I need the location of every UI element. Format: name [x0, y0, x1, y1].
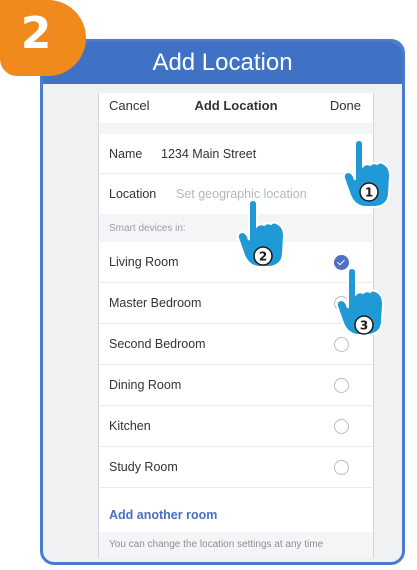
location-placeholder: Set geographic location	[176, 187, 307, 201]
footer-note: You can change the location settings at …	[99, 532, 373, 558]
room-checkbox[interactable]	[334, 378, 349, 393]
callout-number: 3	[360, 319, 368, 333]
room-name: Study Room	[109, 460, 178, 474]
room-row-study-room[interactable]: Study Room	[99, 447, 373, 488]
name-label: Name	[109, 146, 143, 161]
section-gap	[99, 123, 373, 134]
location-label: Location	[109, 187, 157, 201]
room-name: Living Room	[109, 255, 179, 269]
phone-screen: Cancel Add Location Done Name 1234 Main …	[98, 93, 374, 558]
step-badge: 2	[0, 0, 86, 76]
room-row-master-bedroom[interactable]: Master Bedroom	[99, 283, 373, 324]
step-badge-number: 2	[20, 8, 52, 59]
banner-title: Add Location	[152, 49, 293, 76]
pointing-hand-icon: 3	[336, 268, 385, 336]
name-value: 1234 Main Street	[161, 146, 257, 161]
callout-number: 1	[365, 186, 373, 200]
location-field[interactable]: Location Set geographic location	[99, 174, 373, 214]
room-checkbox[interactable]	[334, 337, 349, 352]
room-row-living-room[interactable]: Living Room	[99, 242, 373, 283]
room-checkbox[interactable]	[334, 419, 349, 434]
nav-bar: Cancel Add Location Done	[99, 93, 373, 123]
callout-number: 2	[259, 250, 267, 264]
section-header: Smart devices in:	[99, 214, 373, 242]
done-button[interactable]: Done	[330, 98, 361, 113]
pointing-hand-icon: 1	[343, 140, 392, 208]
room-name: Kitchen	[109, 419, 151, 433]
add-room-link[interactable]: Add another room	[109, 508, 217, 522]
footer-note-text: You can change the location settings at …	[109, 539, 324, 550]
section-label: Smart devices in:	[109, 223, 186, 234]
cancel-button[interactable]: Cancel	[109, 98, 149, 113]
room-row-kitchen[interactable]: Kitchen	[99, 406, 373, 447]
room-name: Second Bedroom	[109, 337, 206, 351]
name-field[interactable]: Name 1234 Main Street	[99, 134, 373, 174]
room-checkbox[interactable]	[334, 460, 349, 475]
room-name: Master Bedroom	[109, 296, 202, 310]
pointing-hand-icon: 2	[237, 200, 286, 268]
room-row-dining-room[interactable]: Dining Room	[99, 365, 373, 406]
title-banner: Add Location	[43, 42, 402, 84]
room-row-second-bedroom[interactable]: Second Bedroom	[99, 324, 373, 365]
room-name: Dining Room	[109, 378, 182, 392]
